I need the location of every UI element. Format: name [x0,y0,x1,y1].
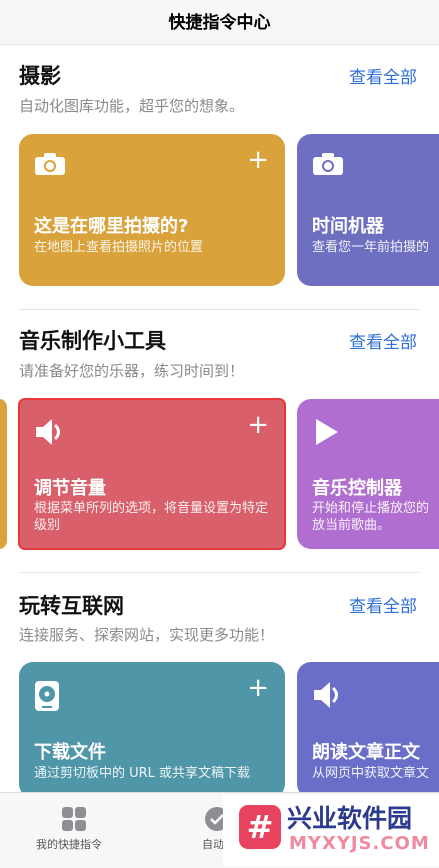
card-title: 音乐控制器 [312,478,402,499]
watermark-logo: # [239,805,281,849]
section-title-photography: 摄影 [19,64,61,88]
section-title-music: 音乐制作小工具 [19,329,166,353]
card-description: 通过剪切板中的 URL 或共享文稿下载 [34,766,251,781]
section-subtitle-photography: 自动化图库功能，超乎您的想象。 [19,97,245,115]
section-subtitle-music: 请准备好您的乐器，练习时间到！ [19,362,245,380]
tab-my-shortcuts[interactable]: 我的快捷指令 [22,793,126,853]
section-title-internet: 玩转互联网 [19,594,124,618]
card-title: 朗读文章正文 [312,742,420,763]
see-all-internet-link[interactable]: 查看全部 [349,592,417,617]
card-title: 下载文件 [34,742,106,763]
card-title: 时间机器 [312,216,384,237]
page-title: 快捷指令中心 [168,13,271,33]
shortcut-card-read-article[interactable]: 朗读文章正文 从网页中获取文章文 [297,662,439,798]
nav-bar: 快捷指令中心 [0,0,439,45]
shortcut-card-adjust-volume[interactable]: + 调节音量 根据菜单所列的选项，将音量设置为特定级别 [18,398,286,550]
watermark-text: 兴业软件园 [287,804,413,833]
tab-label: 自动 [202,838,224,851]
play-icon [316,419,338,445]
see-all-music-link[interactable]: 查看全部 [349,328,417,353]
grid-icon [62,807,86,831]
section-divider [19,309,419,310]
card-description: 从网页中获取文章文 [312,766,430,781]
shortcut-card-time-machine[interactable]: 时间机器 查看您一年前拍摄的 [297,134,439,286]
add-shortcut-button[interactable]: + [247,675,269,701]
shortcut-card-where-taken[interactable]: + 这是在哪里拍摄的? 在地图上查看拍摄照片的位置 [19,134,285,286]
card-description: 查看您一年前拍摄的 [312,240,430,255]
see-all-photography-link[interactable]: 查看全部 [349,63,417,88]
watermark: # 兴业软件园 MYXYJS.COM [223,795,439,867]
camera-icon [35,153,65,175]
shortcut-card-download-file[interactable]: + 下载文件 通过剪切板中的 URL 或共享文稿下载 [19,662,285,798]
add-shortcut-button[interactable]: + [247,147,269,173]
watermark-url: MYXYJS.COM [289,833,430,854]
speaker-icon [314,682,338,708]
shortcut-card-music-controller[interactable]: 音乐控制器 开始和停止播放您的放当前歌曲。 [297,399,439,549]
card-description: 根据菜单所列的选项，将音量设置为特定级别 [34,501,269,533]
card-description: 开始和停止播放您的放当前歌曲。 [312,501,430,533]
section-divider [19,572,419,573]
card-description: 在地图上查看拍摄照片的位置 [34,240,204,255]
tab-label: 我的快捷指令 [36,838,102,851]
section-subtitle-internet: 连接服务、探索网站，实现更多功能！ [19,626,275,644]
camera-icon [313,153,343,175]
add-shortcut-button[interactable]: + [247,412,269,438]
disk-icon [35,681,59,711]
speaker-icon [36,419,60,445]
previous-card-peek [0,399,7,549]
card-title: 调节音量 [34,478,106,499]
card-title: 这是在哪里拍摄的? [34,216,189,237]
